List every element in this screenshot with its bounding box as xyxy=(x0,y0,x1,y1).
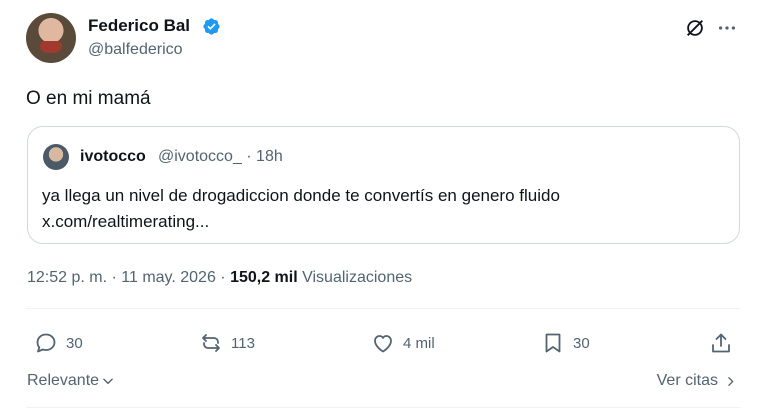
quoted-body: ya llega un nivel de drogadiccion donde … xyxy=(42,186,560,205)
tweet-text: O en mi mamá xyxy=(26,88,151,109)
bookmark-button[interactable]: 30 xyxy=(541,326,590,360)
sort-dropdown[interactable]: Relevante xyxy=(27,372,115,390)
like-count: 4 mil xyxy=(403,334,435,352)
share-icon xyxy=(712,333,730,353)
repost-icon xyxy=(202,334,220,352)
quoted-link[interactable]: x.com/realtimerating... xyxy=(42,209,722,235)
repost-button[interactable]: 113 xyxy=(199,326,255,360)
view-quotes-label: Ver citas xyxy=(656,372,718,389)
repost-count: 113 xyxy=(231,334,255,352)
author-handle[interactable]: @balfederico xyxy=(88,41,183,59)
action-bar: 30 113 4 mil 30 xyxy=(26,326,740,360)
sort-label: Relevante xyxy=(27,372,100,389)
quoted-avatar[interactable] xyxy=(43,144,69,170)
quoted-author-name[interactable]: ivotocco xyxy=(80,148,146,166)
tweet-meta: 12:52 p. m. · 11 may. 2026 · 150,2 mil V… xyxy=(27,269,412,287)
like-icon xyxy=(374,335,392,353)
divider-top xyxy=(26,308,740,309)
grok-icon[interactable] xyxy=(684,17,706,39)
divider-bottom xyxy=(26,407,740,408)
chevron-right-icon xyxy=(728,376,734,386)
like-button[interactable]: 4 mil xyxy=(371,326,435,360)
reply-count: 30 xyxy=(66,334,83,352)
chevron-down-icon xyxy=(103,378,113,385)
reply-icon xyxy=(36,333,56,353)
share-button[interactable] xyxy=(709,326,733,360)
author-name[interactable]: Federico Bal xyxy=(88,16,190,36)
tweet-header: Federico Bal @balfederico xyxy=(26,13,746,63)
tweet-timestamp[interactable]: 12:52 p. m. · 11 may. 2026 · xyxy=(27,269,230,286)
bookmark-count: 30 xyxy=(573,334,590,352)
quoted-text: ya llega un nivel de drogadiccion donde … xyxy=(42,183,722,235)
author-avatar[interactable] xyxy=(26,13,76,63)
reply-button[interactable]: 30 xyxy=(34,326,83,360)
verified-badge-icon xyxy=(203,18,220,35)
quoted-tweet[interactable]: ivotocco @ivotocco_ · 18h ya llega un ni… xyxy=(27,126,740,244)
more-icon[interactable] xyxy=(716,17,738,39)
views-count: 150,2 mil xyxy=(230,269,298,286)
bookmark-icon xyxy=(545,333,561,353)
quoted-meta: @ivotocco_ · 18h xyxy=(158,148,283,165)
views-label: Visualizaciones xyxy=(297,269,413,286)
view-quotes-link[interactable]: Ver citas xyxy=(657,372,737,390)
